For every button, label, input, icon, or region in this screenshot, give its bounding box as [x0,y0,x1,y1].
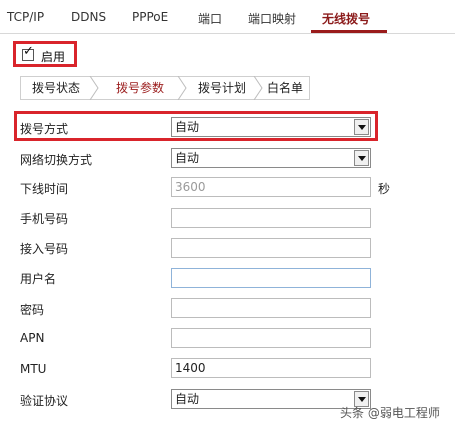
apn-input[interactable] [171,328,371,348]
password-input[interactable] [171,298,371,318]
auth-protocol-label: 验证协议 [20,394,69,408]
subtab-dial-plan[interactable]: 拨号计划 [186,76,258,100]
network-switch-value: 自动 [175,151,200,165]
access-number-input[interactable] [171,238,371,258]
network-switch-label: 网络切换方式 [20,153,93,167]
tab-pppoe[interactable]: PPPoE [132,10,168,24]
subtab-dial-status[interactable]: 拨号状态 [20,76,92,100]
enable-label: 启用 [41,50,66,64]
tab-wireless-dial[interactable]: 无线拨号 [322,10,370,27]
apn-label: APN [20,331,45,345]
username-input[interactable] [171,268,371,288]
tab-tcpip[interactable]: TCP/IP [7,10,44,24]
username-label: 用户名 [20,272,57,286]
enable-checkbox[interactable]: ✓ [22,45,34,61]
sub-tab-bar: 拨号状态 拨号参数 拨号计划 白名单 [20,76,310,102]
dropdown-arrow-icon[interactable] [354,119,369,135]
auth-protocol-value: 自动 [175,392,200,406]
phone-number-input[interactable] [171,208,371,228]
active-tab-indicator [311,30,387,33]
dial-mode-value: 自动 [175,120,200,134]
watermark-text: 头条 @弱电工程师 [340,406,440,420]
dial-mode-select[interactable]: 自动 [171,117,371,137]
phone-number-label: 手机号码 [20,212,69,226]
chevron-divider-icon [88,76,100,100]
network-switch-select[interactable]: 自动 [171,148,371,168]
tab-port[interactable]: 端口 [198,10,222,27]
dial-mode-label: 拨号方式 [20,122,69,136]
enable-highlight-box: ✓ 启用 [13,41,77,67]
check-mark-icon: ✓ [23,44,34,59]
dropdown-arrow-icon[interactable] [354,150,369,166]
top-tab-bar: TCP/IP DDNS PPPoE 端口 端口映射 无线拨号 [0,0,455,34]
tab-ddns[interactable]: DDNS [71,10,106,24]
access-number-label: 接入号码 [20,242,69,256]
offline-time-unit: 秒 [378,182,391,196]
offline-time-label: 下线时间 [20,182,69,196]
subtab-dial-params[interactable]: 拨号参数 [100,76,180,100]
subtab-whitelist[interactable]: 白名单 [260,76,310,100]
offline-time-input[interactable]: 3600 [171,177,371,197]
mtu-input[interactable]: 1400 [171,358,371,378]
password-label: 密码 [20,303,45,317]
tab-port-mapping[interactable]: 端口映射 [248,10,296,27]
mtu-label: MTU [20,362,47,376]
